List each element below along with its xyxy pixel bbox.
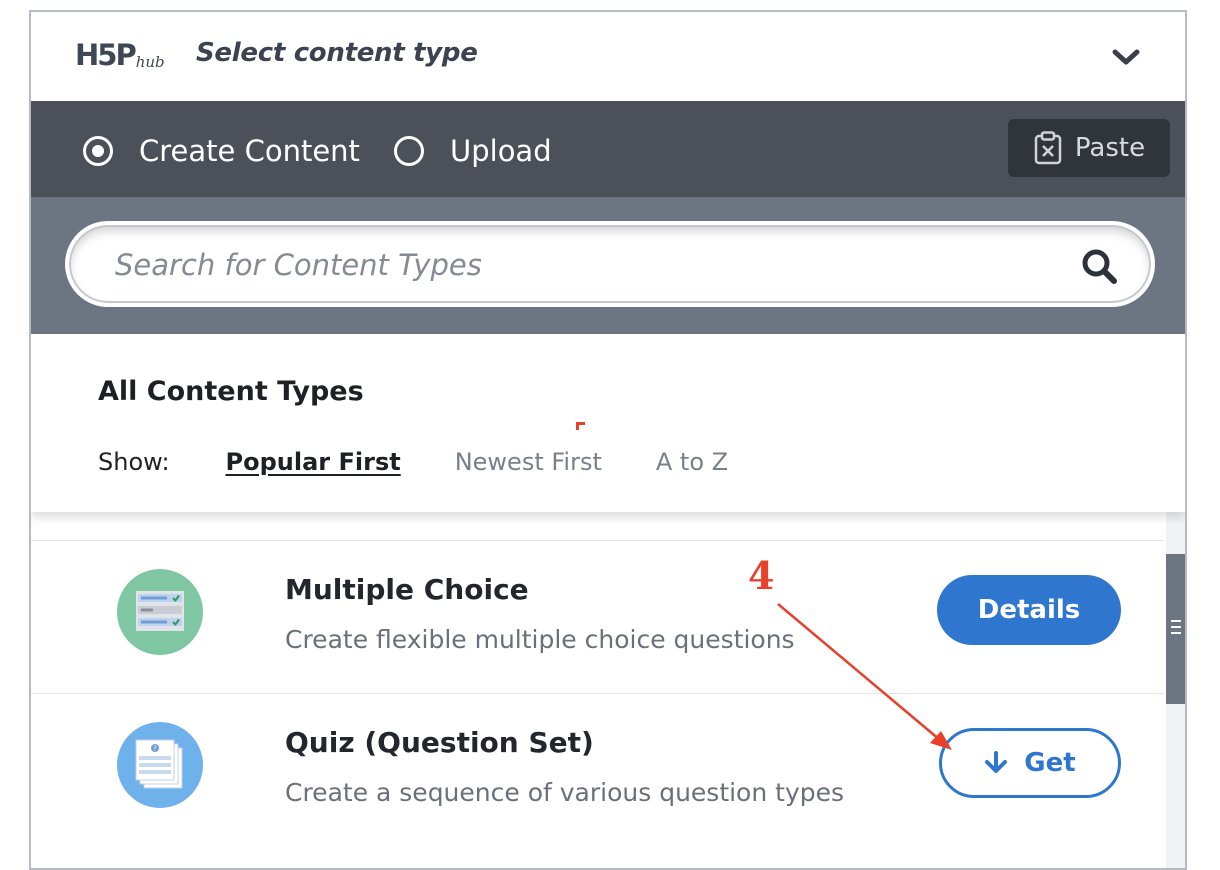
tab-upload[interactable]: Upload xyxy=(394,131,552,171)
multiple-choice-icon xyxy=(117,569,203,655)
hub-title: Select content type xyxy=(196,38,478,68)
grip-icon xyxy=(1171,620,1181,638)
details-button[interactable]: Details xyxy=(937,575,1121,645)
paste-label: Paste xyxy=(1074,133,1146,163)
tab-create-content-label: Create Content xyxy=(139,134,360,168)
list-item-description: Create a sequence of various question ty… xyxy=(285,778,845,807)
tab-create-content[interactable]: Create Content xyxy=(83,131,360,171)
sort-newest-first[interactable]: Newest First xyxy=(455,448,602,476)
h5p-hub-panel: H5Phub Select content type Create Conten… xyxy=(29,10,1187,870)
content-types-title: All Content Types xyxy=(98,376,364,407)
paste-button[interactable]: Paste xyxy=(1008,119,1170,177)
list-item-multiple-choice[interactable]: Multiple Choice Create flexible multiple… xyxy=(31,540,1164,693)
chevron-down-icon[interactable] xyxy=(1111,46,1141,68)
list-item-description: Create flexible multiple choice question… xyxy=(285,625,795,654)
get-button[interactable]: Get xyxy=(939,728,1121,798)
get-button-label: Get xyxy=(1024,748,1076,778)
scrollbar-thumb[interactable] xyxy=(1166,554,1185,704)
search-icon[interactable] xyxy=(1080,247,1120,287)
list-item-quiz-question-set[interactable]: ? Quiz (Question Set) Create a sequence … xyxy=(31,693,1164,846)
download-arrow-icon xyxy=(985,751,1008,773)
content-type-list: Multiple Choice Create flexible multiple… xyxy=(31,512,1164,868)
sort-popular-first[interactable]: Popular First xyxy=(226,448,401,476)
list-item-title: Quiz (Question Set) xyxy=(285,726,594,759)
logo-subtext: hub xyxy=(135,53,165,71)
tab-bar: Create Content Upload Paste xyxy=(31,101,1185,197)
search-input[interactable] xyxy=(113,239,1017,291)
clipboard-disabled-icon xyxy=(1034,131,1062,165)
hub-header[interactable]: H5Phub Select content type xyxy=(31,12,1185,101)
sort-options: Show: Popular First Newest First A to Z xyxy=(98,446,728,478)
show-label: Show: xyxy=(98,448,170,476)
content-types-header: All Content Types Show: Popular First Ne… xyxy=(31,334,1185,512)
scrollbar-track[interactable] xyxy=(1166,512,1185,868)
search-box[interactable] xyxy=(65,221,1155,307)
svg-text:?: ? xyxy=(153,745,157,753)
search-bar xyxy=(31,197,1185,334)
radio-unchecked-icon[interactable] xyxy=(394,136,424,166)
radio-checked-icon[interactable] xyxy=(83,136,113,166)
list-item-title: Multiple Choice xyxy=(285,573,529,606)
question-set-icon: ? xyxy=(117,722,203,808)
annotation-mark xyxy=(576,422,585,430)
h5p-hub-logo: H5Phub xyxy=(75,38,165,72)
annotation-step-number: 4 xyxy=(748,553,775,598)
tab-upload-label: Upload xyxy=(450,134,552,168)
sort-a-to-z[interactable]: A to Z xyxy=(656,448,728,476)
logo-text: H5P xyxy=(75,38,137,72)
